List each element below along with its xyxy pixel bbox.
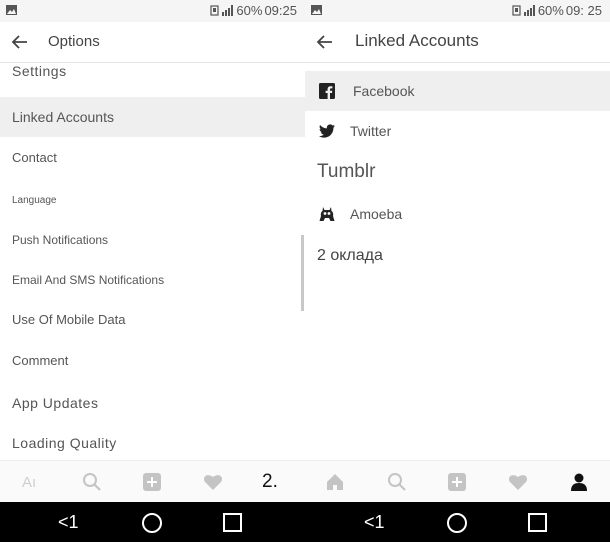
bottom-nav [305, 460, 610, 502]
home-icon[interactable] [325, 472, 345, 492]
system-home-button[interactable] [447, 513, 467, 533]
image-notification-icon [6, 5, 17, 15]
system-back-button[interactable]: <1 [364, 512, 385, 533]
system-nav-bar: <1 <1 [0, 502, 610, 542]
menu-item-settings[interactable]: Settings [0, 57, 305, 85]
battery-percent: 60% [537, 3, 564, 18]
linked-accounts-screen: 60% 09: 25 Linked Accounts Facebook Twit… [305, 0, 610, 502]
divider [305, 62, 610, 63]
signal-icon [523, 5, 535, 16]
system-back-button[interactable]: <1 [58, 512, 79, 533]
add-post-icon[interactable] [447, 472, 467, 492]
menu-item-contact[interactable]: Contact [0, 138, 305, 178]
account-row-amoeba[interactable]: Amoeba [305, 194, 610, 234]
image-notification-icon [311, 5, 322, 15]
account-row-twitter[interactable]: Twitter [305, 111, 610, 151]
back-arrow-icon[interactable] [10, 32, 30, 52]
facebook-icon [319, 83, 335, 99]
menu-item-mobile-data[interactable]: Use Of Mobile Data [0, 300, 305, 340]
menu-item-email-sms-notifications[interactable]: Email And SMS Notifications [0, 260, 305, 300]
toolbar: Options [0, 22, 305, 62]
vibrate-icon [210, 5, 220, 16]
clock: 09: 25 [565, 3, 602, 18]
vibrate-icon [512, 5, 521, 16]
status-bar: 60% 09: 25 [305, 0, 610, 22]
account-row-tumblr[interactable]: Tumblr [305, 152, 610, 192]
scrollbar[interactable] [301, 235, 304, 311]
nav-profile-label[interactable]: 2. [262, 471, 278, 493]
menu-item-app-updates[interactable]: App Updates [0, 383, 305, 423]
search-icon[interactable] [387, 472, 407, 492]
menu-item-comment[interactable]: Comment [0, 341, 305, 381]
twitter-icon [319, 124, 335, 138]
menu-item-push-notifications[interactable]: Push Notifications [0, 220, 305, 260]
bottom-nav: Aı 2. [0, 460, 305, 502]
heart-icon[interactable] [203, 472, 223, 492]
page-title: Linked Accounts [355, 31, 479, 50]
account-label-amoeba: Amoeba [350, 206, 403, 222]
system-recents-button[interactable] [223, 513, 242, 532]
profile-icon[interactable] [569, 472, 589, 492]
amoeba-icon [319, 207, 335, 221]
account-label-other: 2 оклада [317, 247, 383, 264]
heart-icon[interactable] [508, 472, 528, 492]
menu-item-linked-accounts[interactable]: Linked Accounts [0, 97, 305, 137]
clock: 09:25 [264, 3, 297, 18]
nav-home-label[interactable]: Aı [22, 474, 36, 491]
signal-icon [222, 5, 234, 16]
menu-item-loading-quality[interactable]: Loading Quality [0, 423, 305, 463]
account-row-other[interactable]: 2 оклада [305, 236, 610, 276]
add-post-icon[interactable] [142, 472, 162, 492]
page-title: Options [48, 33, 100, 50]
account-row-facebook[interactable]: Facebook [305, 71, 610, 111]
search-icon[interactable] [82, 472, 102, 492]
system-recents-button[interactable] [528, 513, 547, 532]
options-screen: 60% 09:25 Options Settings Linked Accoun… [0, 0, 305, 502]
system-home-button[interactable] [142, 513, 162, 533]
account-label-tumblr: Tumblr [317, 161, 376, 182]
back-arrow-icon[interactable] [315, 32, 335, 52]
account-label-facebook: Facebook [353, 83, 415, 99]
toolbar: Linked Accounts [305, 22, 610, 62]
battery-percent: 60% [236, 3, 263, 18]
account-label-twitter: Twitter [350, 123, 392, 139]
status-bar: 60% 09:25 [0, 0, 305, 22]
menu-item-language[interactable]: Language [0, 181, 305, 221]
